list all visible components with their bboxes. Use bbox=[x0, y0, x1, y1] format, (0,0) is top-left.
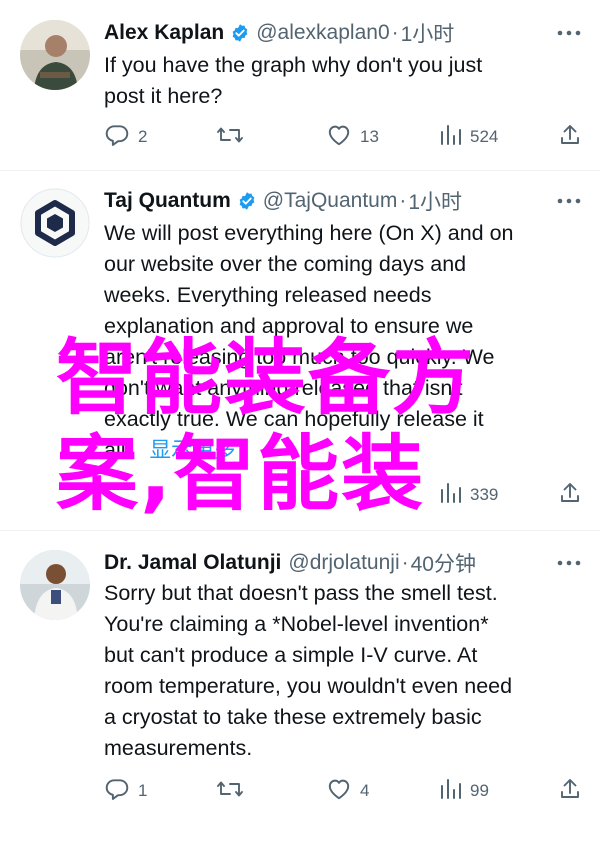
share-button[interactable] bbox=[558, 774, 590, 808]
tweet-text: We will post everything here (On X) and … bbox=[104, 218, 574, 466]
tweet-header: Dr. Jamal Olatunji @drjolatunji · 40分钟 bbox=[104, 546, 476, 580]
share-icon bbox=[558, 480, 590, 511]
tweet-text-line: exactly true. We can hopefully release i… bbox=[104, 407, 484, 431]
tweet-text-line: room temperature, you wouldn't even need bbox=[104, 674, 513, 698]
tweet-actions: 2 13 524 bbox=[104, 120, 584, 154]
retweet-icon bbox=[216, 776, 252, 807]
views-button[interactable]: 339 bbox=[438, 478, 498, 512]
show-more-link[interactable]: 显示更多 bbox=[149, 438, 235, 462]
author-name[interactable]: Dr. Jamal Olatunji bbox=[104, 551, 281, 575]
views-count: 99 bbox=[470, 781, 489, 800]
author-name[interactable]: Taj Quantum bbox=[104, 189, 231, 213]
avatar-taj-quantum[interactable] bbox=[20, 188, 90, 258]
tweet-jamal-olatunji[interactable]: Dr. Jamal Olatunji @drjolatunji · 40分钟 S… bbox=[0, 546, 600, 836]
separator-dot: · bbox=[401, 551, 409, 574]
tweet-time[interactable]: 40分钟 bbox=[411, 548, 476, 578]
author-handle[interactable]: @alexkaplan0 bbox=[256, 21, 389, 45]
tweet-text-line: measurements. bbox=[104, 736, 253, 760]
tweet-text-line: but can't produce a simple I-V curve. At bbox=[104, 643, 478, 667]
separator-dot: · bbox=[391, 21, 399, 44]
tweet-time[interactable]: 1小时 bbox=[408, 186, 462, 216]
retweet-button[interactable] bbox=[216, 774, 252, 808]
avatar-jamal-olatunji[interactable] bbox=[20, 550, 90, 620]
reply-count: 2 bbox=[138, 127, 148, 146]
author-handle[interactable]: @drjolatunji bbox=[288, 551, 399, 575]
tweet-text-line: don't want anything released that isn't bbox=[104, 376, 463, 400]
tweet-text-line: post it here? bbox=[104, 84, 223, 108]
more-icon[interactable] bbox=[556, 16, 582, 50]
tweet-taj-quantum[interactable]: Taj Quantum @TajQuantum · 1小时 We will po… bbox=[0, 184, 600, 524]
author-handle[interactable]: @TajQuantum bbox=[263, 189, 398, 213]
tweet-text-line: explanation and approval to ensure we bbox=[104, 314, 474, 338]
separator-dot: · bbox=[399, 189, 407, 212]
views-icon bbox=[438, 123, 470, 152]
views-icon bbox=[438, 481, 470, 510]
views-icon bbox=[438, 777, 470, 806]
tweet-text: If you have the graph why don't you just… bbox=[104, 50, 574, 112]
like-icon bbox=[326, 776, 360, 807]
verified-badge-icon bbox=[230, 23, 250, 43]
tweet-header: Alex Kaplan @alexkaplan0 · 1小时 bbox=[104, 16, 454, 50]
like-count: 13 bbox=[360, 127, 379, 146]
avatar-alex-kaplan[interactable] bbox=[20, 20, 90, 90]
tweet-text-line: aren't releasing too much too quickly. W… bbox=[104, 345, 495, 369]
like-count: 4 bbox=[360, 781, 370, 800]
views-button[interactable]: 99 bbox=[438, 774, 489, 808]
tweet-text-line: Sorry but that doesn't pass the smell te… bbox=[104, 581, 498, 605]
divider bbox=[0, 170, 600, 171]
reply-button[interactable]: 1 bbox=[104, 774, 147, 808]
tweet-text-line: weeks. Everything released needs bbox=[104, 283, 432, 307]
views-count: 339 bbox=[470, 485, 499, 504]
tweet-text-line: You're claiming a *Nobel-level invention… bbox=[104, 612, 489, 636]
tweet-text-line-last: all. 显示更多 bbox=[104, 435, 574, 466]
more-icon[interactable] bbox=[556, 184, 582, 218]
share-icon bbox=[558, 122, 590, 153]
reply-button[interactable]: 2 bbox=[104, 120, 147, 154]
tweet-text: Sorry but that doesn't pass the smell te… bbox=[104, 578, 574, 764]
like-button[interactable]: 13 bbox=[326, 120, 379, 154]
tweet-time[interactable]: 1小时 bbox=[401, 18, 455, 48]
reply-count: 1 bbox=[138, 781, 148, 800]
reply-icon bbox=[104, 776, 138, 807]
share-icon bbox=[558, 776, 590, 807]
retweet-button[interactable] bbox=[216, 120, 252, 154]
like-icon bbox=[326, 122, 360, 153]
views-count: 524 bbox=[470, 127, 499, 146]
retweet-icon bbox=[216, 122, 252, 153]
more-icon[interactable] bbox=[556, 546, 582, 580]
divider bbox=[0, 530, 600, 531]
tweet-actions: 339 bbox=[104, 478, 584, 512]
tweet-actions: 1 4 99 bbox=[104, 774, 584, 808]
share-button[interactable] bbox=[558, 478, 590, 512]
verified-badge-icon bbox=[237, 191, 257, 211]
tweet-text-line: our website over the coming days and bbox=[104, 252, 467, 276]
like-button[interactable]: 4 bbox=[326, 774, 369, 808]
tweet-text-line: We will post everything here (On X) and … bbox=[104, 221, 514, 245]
tweet-alex-kaplan[interactable]: Alex Kaplan @alexkaplan0 · 1小时 If you ha… bbox=[0, 16, 600, 166]
reply-icon bbox=[104, 122, 138, 153]
tweet-text-line: a cryostat to take these extremely basic bbox=[104, 705, 482, 729]
tweet-text-tail: all. bbox=[104, 438, 132, 462]
tweet-text-line: If you have the graph why don't you just bbox=[104, 53, 483, 77]
share-button[interactable] bbox=[558, 120, 590, 154]
author-name[interactable]: Alex Kaplan bbox=[104, 21, 224, 45]
tweet-header: Taj Quantum @TajQuantum · 1小时 bbox=[104, 184, 462, 218]
views-button[interactable]: 524 bbox=[438, 120, 498, 154]
